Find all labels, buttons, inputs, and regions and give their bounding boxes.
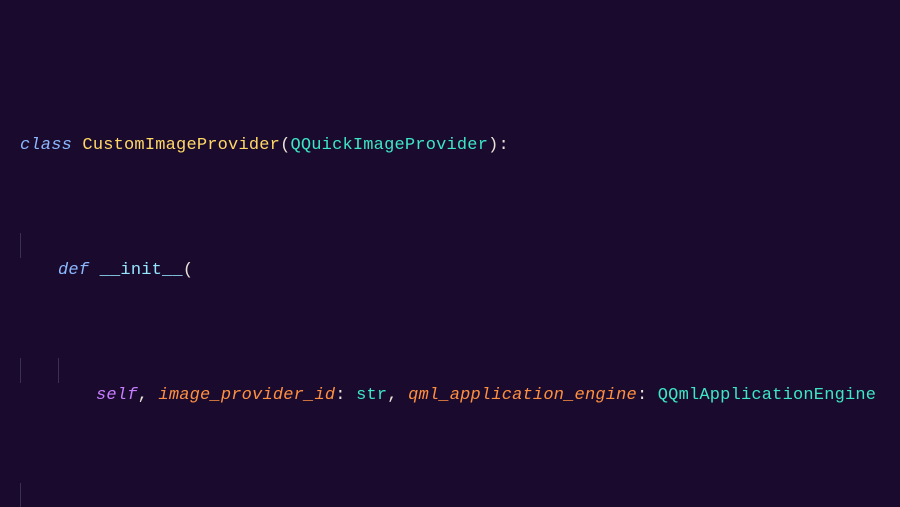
param-image-provider-id: image_provider_id: [158, 386, 335, 405]
type-qqmlapplicationengine: QQmlApplicationEngine: [658, 386, 876, 405]
paren-close-colon: ):: [488, 136, 509, 155]
type-str: str: [356, 386, 387, 405]
class-name: CustomImageProvider: [82, 136, 280, 155]
code-line: ):: [20, 483, 900, 507]
code-line: def __init__(: [20, 233, 900, 258]
paren-open: (: [183, 261, 193, 280]
code-line: class CustomImageProvider(QQuickImagePro…: [20, 108, 900, 133]
code-line: self, image_provider_id: str, qml_applic…: [20, 358, 900, 383]
paren-open: (: [280, 136, 290, 155]
colon: :: [335, 386, 356, 405]
base-class: QQuickImageProvider: [290, 136, 488, 155]
param-qml-app-engine: qml_application_engine: [408, 386, 637, 405]
function-name: __init__: [100, 261, 183, 280]
colon: :: [637, 386, 658, 405]
code-editor[interactable]: class CustomImageProvider(QQuickImagePro…: [0, 0, 900, 507]
param-self: self: [96, 386, 138, 405]
comma: ,: [387, 386, 408, 405]
keyword-class: class: [20, 136, 82, 155]
comma: ,: [138, 386, 159, 405]
keyword-def: def: [58, 261, 100, 280]
